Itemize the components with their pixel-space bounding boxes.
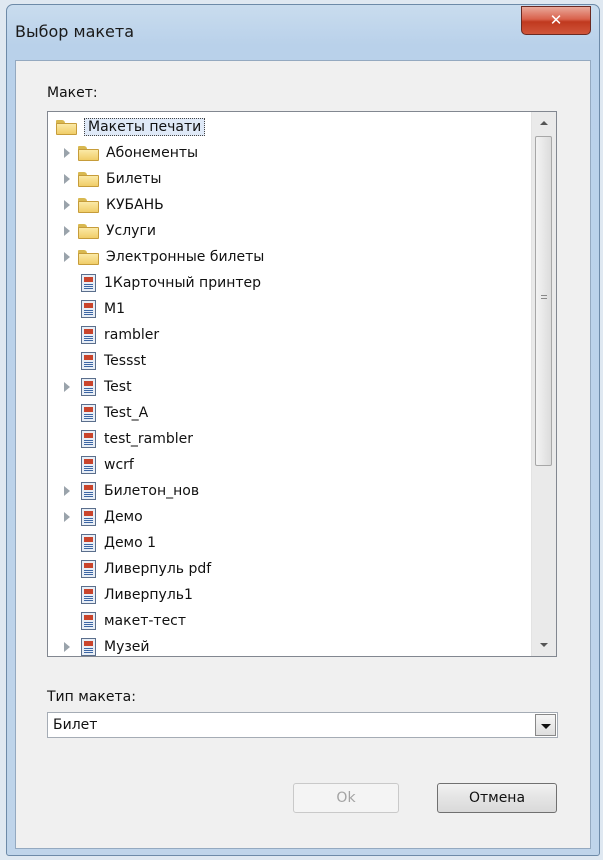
tree-item[interactable]: Демо	[64, 504, 143, 530]
tree-item-label: Test_A	[104, 405, 149, 421]
document-icon	[81, 456, 96, 474]
document-icon	[81, 586, 96, 604]
tree-item[interactable]: 1Карточный принтер	[78, 270, 261, 296]
folder-icon	[78, 223, 100, 239]
tree-item[interactable]: Демо 1	[78, 530, 156, 556]
tree-item-label: Электронные билеты	[106, 249, 265, 265]
document-icon	[81, 430, 96, 448]
tree-item-label: Tessst	[104, 353, 147, 369]
ok-button[interactable]: Ok	[293, 783, 399, 813]
close-icon: ✕	[549, 11, 563, 29]
document-icon	[81, 300, 96, 318]
document-icon	[81, 274, 96, 292]
tree-item-label: КУБАНЬ	[106, 197, 164, 213]
document-icon	[81, 482, 96, 500]
tree-root-label: Макеты печати	[84, 118, 206, 136]
layout-tree[interactable]: Макеты печати Абонементы Билеты КУБАНЬ Услу…	[47, 111, 557, 657]
document-icon	[81, 508, 96, 526]
dialog-window: Выбор макета ✕ Макет: Макеты печати Абон…	[6, 4, 600, 856]
folder-icon	[78, 249, 100, 265]
expand-arrow-icon[interactable]	[64, 174, 70, 184]
dropdown-arrow-icon[interactable]	[535, 714, 556, 736]
document-icon	[81, 378, 96, 396]
tree-item-label: Абонементы	[106, 145, 199, 161]
scroll-up-arrow-icon[interactable]	[532, 112, 556, 134]
expand-arrow-icon[interactable]	[64, 512, 70, 522]
tree-item-label: Билетон_нов	[104, 483, 200, 499]
layout-tree-label: Макет:	[47, 85, 98, 101]
layout-type-select[interactable]: Билет	[47, 712, 558, 738]
tree-item[interactable]: Билеты	[64, 166, 162, 192]
document-icon	[81, 638, 96, 656]
cancel-button[interactable]: Отмена	[437, 783, 557, 813]
tree-scrollbar[interactable]	[531, 112, 556, 656]
tree-root-item[interactable]: Макеты печати	[56, 114, 206, 140]
expand-arrow-icon[interactable]	[64, 382, 70, 392]
tree-item[interactable]: Билетон_нов	[64, 478, 200, 504]
tree-item-label: rambler	[104, 327, 160, 343]
tree-item[interactable]: макет-тест	[78, 608, 186, 634]
tree-item-label: M1	[104, 301, 125, 317]
tree-item[interactable]: Tessst	[78, 348, 146, 374]
tree-item[interactable]: Музей	[64, 634, 150, 656]
scroll-down-arrow-icon[interactable]	[532, 634, 556, 656]
document-icon	[81, 560, 96, 578]
tree-item-label: Услуги	[106, 223, 156, 239]
document-icon	[81, 612, 96, 630]
tree-item-label: Ливерпуль1	[104, 587, 193, 603]
folder-icon	[78, 171, 100, 187]
tree-item-label: 1Карточный принтер	[104, 275, 262, 291]
tree-item[interactable]: Абонементы	[64, 140, 199, 166]
tree-item[interactable]: wcrf	[78, 452, 134, 478]
document-icon	[81, 534, 96, 552]
tree-item-label: макет-тест	[104, 613, 187, 629]
tree-item[interactable]: M1	[78, 296, 125, 322]
folder-icon	[78, 145, 100, 161]
expand-arrow-icon[interactable]	[64, 252, 70, 262]
dialog-client-area: Макет: Макеты печати Абонементы Билеты КУБ…	[15, 60, 591, 849]
scrollbar-thumb[interactable]	[535, 136, 552, 466]
expand-arrow-icon[interactable]	[64, 200, 70, 210]
tree-item[interactable]: Test_A	[78, 400, 148, 426]
document-icon	[81, 326, 96, 344]
tree-item[interactable]: Услуги	[64, 218, 156, 244]
folder-icon	[78, 197, 100, 213]
tree-item[interactable]: rambler	[78, 322, 159, 348]
scrollbar-grip-icon	[541, 295, 547, 301]
tree-item-label: Музей	[104, 639, 150, 655]
title-bar[interactable]: Выбор макета ✕	[7, 5, 599, 59]
tree-item[interactable]: КУБАНЬ	[64, 192, 164, 218]
tree-item[interactable]: Ливерпуль1	[78, 582, 193, 608]
expand-arrow-icon[interactable]	[64, 226, 70, 236]
layout-type-label: Тип макета:	[47, 689, 136, 705]
tree-item-label: Билеты	[106, 171, 162, 187]
tree-item[interactable]: Электронные билеты	[64, 244, 265, 270]
close-button[interactable]: ✕	[521, 6, 591, 35]
expand-arrow-icon[interactable]	[64, 148, 70, 158]
tree-item-label: test_rambler	[104, 431, 194, 447]
tree-item-label: wcrf	[104, 457, 134, 473]
document-icon	[81, 352, 96, 370]
tree-item[interactable]: Ливерпуль pdf	[78, 556, 211, 582]
tree-item-label: Test	[104, 379, 132, 395]
document-icon	[81, 404, 96, 422]
expand-arrow-icon[interactable]	[64, 486, 70, 496]
expand-arrow-icon[interactable]	[64, 642, 70, 652]
layout-type-value: Билет	[53, 717, 98, 733]
tree-item[interactable]: test_rambler	[78, 426, 193, 452]
tree-item-label: Демо	[104, 509, 143, 525]
tree-item[interactable]: Test	[64, 374, 132, 400]
tree-item-label: Ливерпуль pdf	[104, 561, 212, 577]
folder-open-icon	[56, 119, 78, 135]
window-title: Выбор макета	[15, 22, 135, 41]
tree-item-label: Демо 1	[104, 535, 157, 551]
